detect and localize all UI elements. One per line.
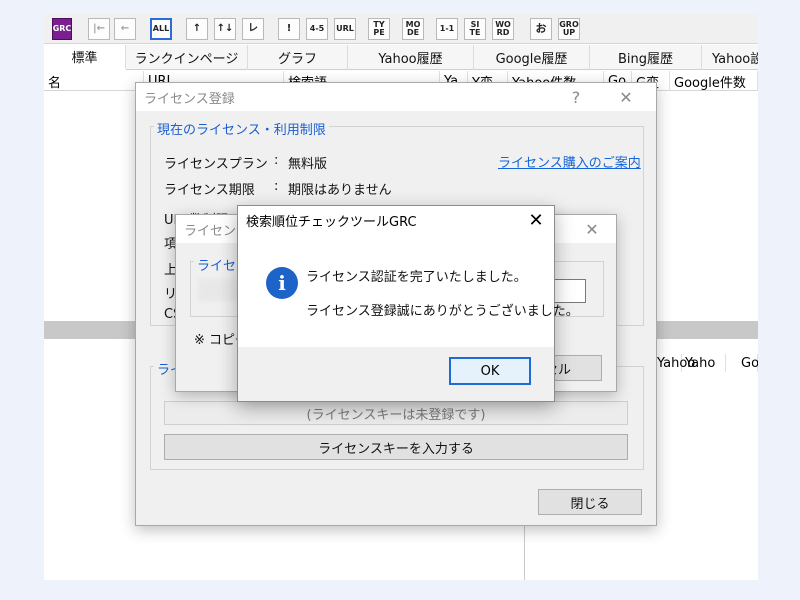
url-button[interactable]: URL — [334, 18, 356, 40]
alert-button[interactable]: ! — [278, 18, 300, 40]
toolbar: GRC |← ← ALL ↑ ↑↓ レ ! 4-5 URL TY PE MO D… — [44, 14, 758, 44]
col-google-count[interactable]: Google件数 — [670, 71, 758, 91]
tab-graph[interactable]: グラフ — [248, 45, 348, 70]
close-button[interactable]: 閉じる — [538, 489, 642, 515]
one-to-one-button[interactable]: 1-1 — [436, 18, 458, 40]
lower-col-yahoo[interactable]: Yahoo — [654, 354, 695, 372]
tab-yahoo-history[interactable]: Yahoo履歴 — [348, 45, 474, 70]
mode-button[interactable]: MO DE — [402, 18, 424, 40]
tab-bing-history[interactable]: Bing履歴 — [590, 45, 702, 70]
license-dialog-title-text: ライセンス登録 — [144, 91, 235, 107]
info-icon: i — [266, 267, 298, 299]
tab-standard[interactable]: 標準 — [44, 45, 126, 70]
site-button[interactable]: SI TE — [464, 18, 486, 40]
plan-value: 無料版 — [288, 157, 328, 172]
tab-yahoo-settings[interactable]: Yahoo設 — [702, 45, 758, 70]
enter-license-key-button[interactable]: ライセンスキーを入力する — [164, 434, 628, 460]
back-icon[interactable]: ← — [114, 18, 136, 40]
key-dialog-close-icon[interactable]: ✕ — [578, 215, 606, 243]
favorite-button[interactable]: お — [530, 18, 552, 40]
message-box-close-icon[interactable]: ✕ — [522, 206, 550, 234]
close-icon[interactable]: ✕ — [612, 83, 640, 111]
sort-up-icon[interactable]: ↑ — [186, 18, 208, 40]
message-line-1: ライセンス認証を完了いたしました。 — [306, 270, 527, 285]
range-button[interactable]: 4-5 — [306, 18, 328, 40]
type-button[interactable]: TY PE — [368, 18, 390, 40]
tab-google-history[interactable]: Google履歴 — [474, 45, 590, 70]
help-icon[interactable]: ? — [562, 83, 590, 111]
grc-logo-button[interactable]: GRC — [52, 18, 72, 40]
message-box: 検索順位チェックツールGRC ✕ i ライセンス認証を完了いたしました。 ライセ… — [237, 205, 579, 402]
lower-col-yaho[interactable]: Yaho — [682, 354, 726, 372]
key-status-field: (ライセンスキーは未登録です) — [164, 401, 628, 425]
group-button[interactable]: GRO UP — [558, 18, 580, 40]
period-separator: : — [274, 179, 279, 194]
word-button[interactable]: WO RD — [492, 18, 514, 40]
sort-updown-icon[interactable]: ↑↓ — [214, 18, 236, 40]
current-license-caption: 現在のライセンス・利用制限 — [154, 119, 329, 138]
all-button[interactable]: ALL — [150, 18, 172, 40]
message-box-title: 検索順位チェックツールGRC — [246, 214, 417, 230]
plan-separator: : — [274, 153, 279, 168]
tab-rank-in-page[interactable]: ランクインページ — [126, 45, 248, 70]
check-button[interactable]: レ — [242, 18, 264, 40]
period-value: 期限はありません — [288, 183, 392, 198]
lower-col-go[interactable]: Go — [738, 354, 758, 372]
message-line-2: ライセンス登録誠にありがとうございました。 — [306, 304, 579, 319]
purchase-link[interactable]: ライセンス購入のご案内 — [498, 152, 641, 171]
col-name[interactable]: 名 — [44, 71, 144, 91]
ok-button[interactable]: OK — [449, 357, 531, 385]
first-icon[interactable]: |← — [88, 18, 110, 40]
period-label: ライセンス期限 — [164, 183, 255, 198]
tab-bar: 標準 ランクインページ グラフ Yahoo履歴 Google履歴 Bing履歴 … — [44, 45, 758, 70]
plan-label: ライセンスプラン — [164, 157, 268, 172]
